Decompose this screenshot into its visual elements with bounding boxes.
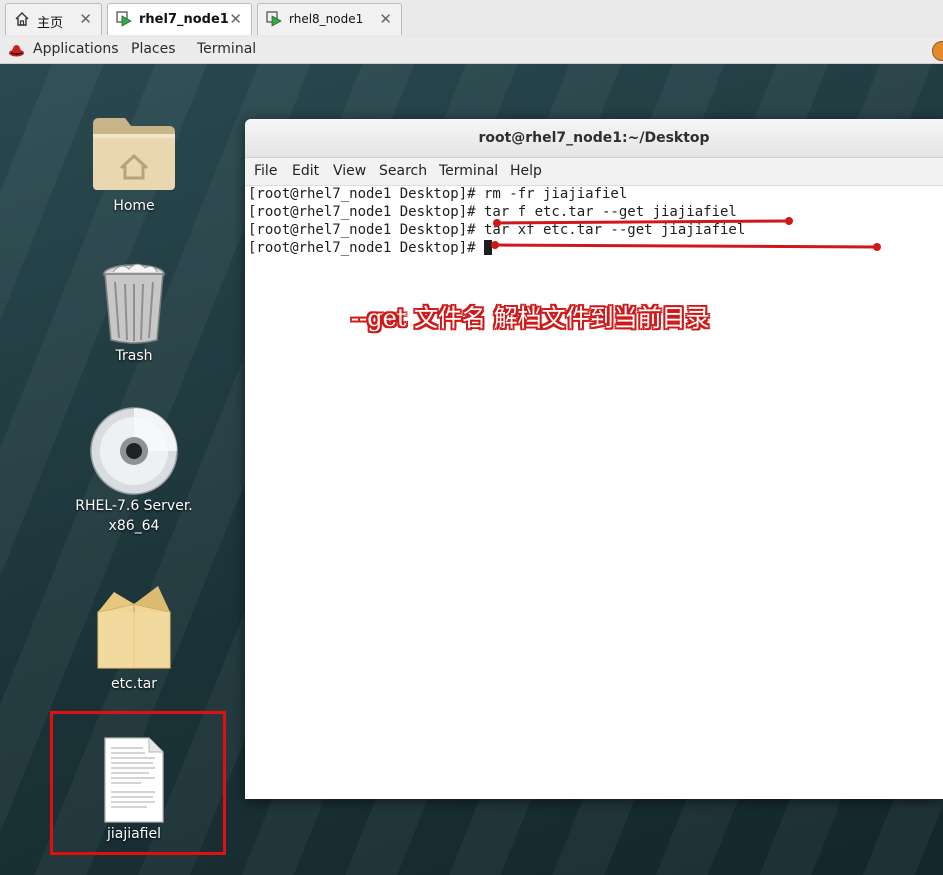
desktop-icon-rhel-disc[interactable]: RHEL-7.6 Server. x86_64	[59, 406, 209, 536]
stroke-endpoint	[785, 217, 793, 225]
desktop-icon-label: Trash	[115, 348, 153, 364]
desktop-icon-label: RHEL-7.6 Server.	[75, 498, 193, 514]
menu-edit[interactable]: Edit	[292, 163, 319, 179]
desktop-icon-label: Home	[113, 198, 155, 214]
close-icon[interactable]: ✕	[229, 10, 242, 28]
tab-rhel8-node1[interactable]: rhel8_node1 ✕	[257, 3, 402, 35]
trash-icon	[103, 263, 165, 344]
home-icon	[15, 12, 29, 26]
desktop-icon-trash[interactable]: Trash	[59, 260, 209, 366]
terminal-menubar: File Edit View Search Terminal Help	[245, 158, 943, 186]
home-folder-icon	[93, 118, 175, 190]
close-icon[interactable]: ✕	[379, 10, 392, 28]
window-title[interactable]: root@rhel7_node1:~/Desktop	[245, 119, 943, 158]
desktop-icon-label-line2: x86_64	[108, 518, 160, 534]
annotation-text: --get 文件名 解档文件到当前目录	[351, 304, 710, 332]
underline-stroke-1	[495, 219, 791, 225]
stroke-endpoint	[873, 243, 881, 251]
menu-terminal[interactable]: Terminal	[439, 163, 498, 179]
menu-help[interactable]: Help	[510, 163, 542, 179]
terminal-window[interactable]: root@rhel7_node1:~/Desktop File Edit Vie…	[245, 119, 943, 799]
desktop-icon-etc-tar[interactable]: etc.tar	[59, 582, 209, 694]
underline-stroke-2	[493, 243, 879, 249]
tab-label: 主页	[37, 16, 64, 31]
redhat-icon	[9, 45, 24, 57]
close-icon[interactable]: ✕	[79, 10, 92, 28]
terminal-menu[interactable]: Terminal	[197, 41, 256, 57]
archive-icon	[97, 586, 171, 669]
terminal-screen[interactable]: [root@rhel7_node1 Desktop]# rm -fr jiaji…	[245, 186, 943, 799]
menu-view[interactable]: View	[333, 163, 366, 179]
desktop: Home Trash RHEL-7.6 Server. x86_64 etc.t…	[0, 64, 943, 875]
gnome-top-bar: Applications Places Terminal	[0, 38, 943, 64]
vm-icon	[266, 11, 282, 27]
tab-home[interactable]: 主页 ✕	[5, 3, 102, 35]
applications-menu[interactable]: Applications	[33, 41, 119, 57]
places-menu[interactable]: Places	[131, 41, 176, 57]
menu-search[interactable]: Search	[379, 163, 427, 179]
menu-file[interactable]: File	[254, 163, 277, 179]
stroke-endpoint	[493, 219, 501, 227]
user-status-icon[interactable]	[932, 41, 943, 61]
tab-label: rhel8_node1	[289, 12, 364, 26]
disc-icon	[90, 407, 178, 495]
tab-rhel7-node1[interactable]: rhel7_node1 ✕	[107, 3, 252, 35]
desktop-icon-home[interactable]: Home	[59, 108, 209, 216]
tab-label: rhel7_node1	[139, 12, 229, 27]
vm-tab-bar: 主页 ✕ rhel7_node1 ✕ rhel8_node1 ✕	[0, 0, 943, 39]
stroke-endpoint	[491, 241, 499, 249]
highlight-box	[50, 711, 226, 855]
vm-icon	[116, 11, 132, 27]
desktop-icon-label: etc.tar	[110, 676, 158, 692]
annotation-strokes	[491, 217, 881, 251]
